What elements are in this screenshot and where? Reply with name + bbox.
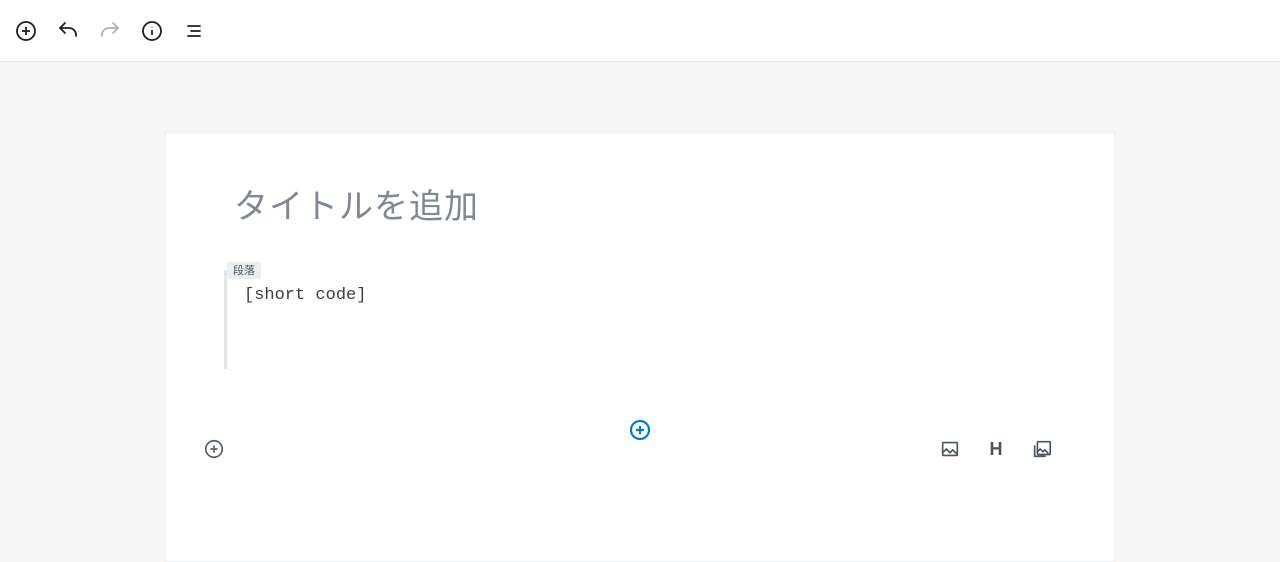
- editor-canvas-wrapper: タイトルを追加 段落 [short code]: [0, 62, 1280, 562]
- info-icon: [140, 19, 164, 43]
- editor-card: タイトルを追加 段落 [short code]: [165, 132, 1115, 562]
- undo-icon: [56, 19, 80, 43]
- outline-list-icon: [182, 19, 206, 43]
- heading-icon: H: [990, 440, 1003, 458]
- plus-circle-icon: [203, 438, 225, 460]
- redo-button[interactable]: [96, 17, 124, 45]
- editor-footer-row: H: [166, 437, 1114, 461]
- add-block-button[interactable]: [12, 17, 40, 45]
- block-navigation-button[interactable]: [180, 17, 208, 45]
- paragraph-block[interactable]: 段落 [short code]: [224, 282, 1056, 341]
- editor-top-toolbar: [0, 0, 1280, 62]
- block-type-label: 段落: [227, 262, 261, 279]
- image-block-button[interactable]: [938, 437, 962, 461]
- gallery-icon: [1031, 438, 1053, 460]
- paragraph-block-content[interactable]: [short code]: [244, 282, 1056, 341]
- image-icon: [939, 438, 961, 460]
- post-title-input[interactable]: タイトルを追加: [224, 179, 1056, 228]
- plus-circle-icon: [14, 19, 38, 43]
- heading-block-button[interactable]: H: [984, 437, 1008, 461]
- redo-icon: [98, 19, 122, 43]
- content-structure-button[interactable]: [138, 17, 166, 45]
- footer-add-block-button[interactable]: [202, 437, 226, 461]
- undo-button[interactable]: [54, 17, 82, 45]
- gallery-block-button[interactable]: [1030, 437, 1054, 461]
- quick-insert-shortcuts: H: [938, 437, 1054, 461]
- block-selection-border: [224, 270, 227, 369]
